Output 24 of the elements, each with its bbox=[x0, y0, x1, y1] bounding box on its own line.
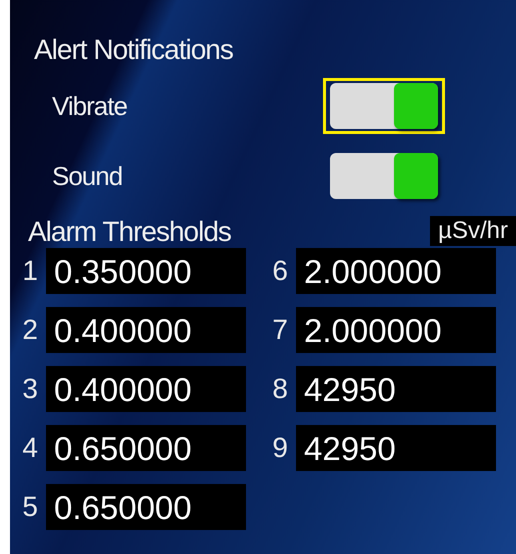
threshold-field[interactable]: 0.400000 bbox=[46, 307, 246, 353]
threshold-number: 9 bbox=[271, 434, 288, 462]
threshold-field[interactable]: 0.650000 bbox=[46, 484, 246, 530]
threshold-number: 4 bbox=[21, 434, 38, 462]
toggle-label: Sound bbox=[52, 160, 122, 192]
threshold-number: 3 bbox=[21, 375, 38, 403]
toggle-label: Vibrate bbox=[52, 90, 127, 122]
threshold-number: 5 bbox=[21, 493, 38, 521]
threshold-field[interactable]: 42950 bbox=[296, 425, 496, 471]
threshold-field[interactable]: 0.650000 bbox=[46, 425, 246, 471]
threshold-field[interactable]: 0.400000 bbox=[46, 366, 246, 412]
unit-label: µSv/hr bbox=[430, 216, 516, 246]
section-title: Alert Notifications bbox=[34, 36, 234, 64]
threshold-field[interactable]: 0.350000 bbox=[46, 248, 246, 294]
threshold-number: 6 bbox=[271, 257, 288, 285]
threshold-number: 7 bbox=[271, 316, 288, 344]
threshold-number: 1 bbox=[21, 257, 38, 285]
toggle-switch[interactable] bbox=[323, 78, 445, 134]
threshold-number: 2 bbox=[21, 316, 38, 344]
threshold-field[interactable]: 2.000000 bbox=[296, 248, 496, 294]
threshold-number: 8 bbox=[271, 375, 288, 403]
threshold-field[interactable]: 2.000000 bbox=[296, 307, 496, 353]
threshold-field[interactable]: 42950 bbox=[296, 366, 496, 412]
section-title: Alarm Thresholds bbox=[28, 218, 231, 246]
